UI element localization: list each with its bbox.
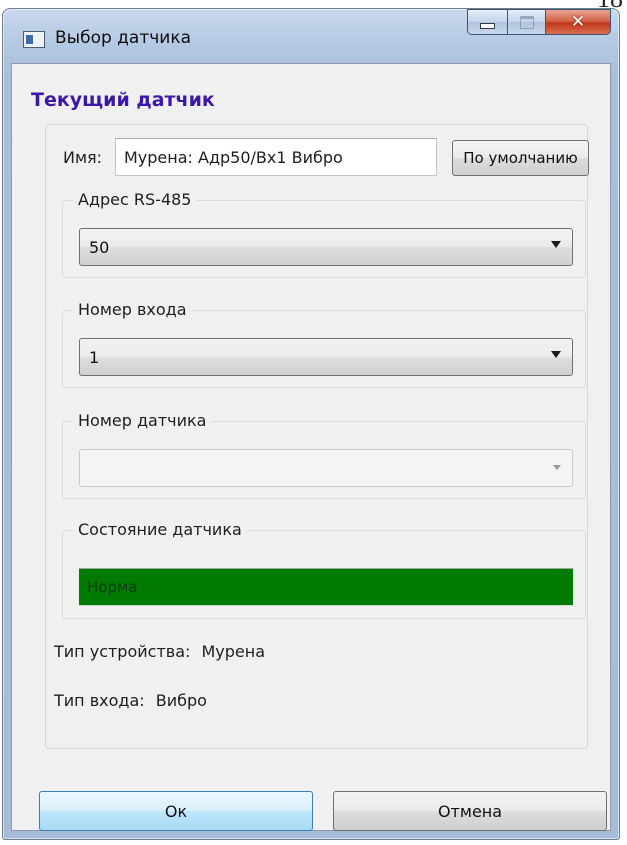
section-title: Текущий датчик	[31, 89, 215, 111]
window-title: Выбор датчика	[55, 28, 192, 48]
minimize-icon	[480, 23, 495, 29]
rs485-address-select[interactable]: 50	[79, 228, 573, 266]
sensor-state-legend: Состояние датчика	[73, 520, 247, 539]
caption-buttons: ✕	[467, 9, 611, 39]
close-button[interactable]: ✕	[545, 9, 611, 35]
chevron-down-icon	[551, 241, 561, 248]
sensor-state-value: Норма	[87, 578, 138, 596]
rs485-address-legend: Адрес RS-485	[73, 190, 197, 209]
default-button[interactable]: По умолчанию	[452, 140, 589, 176]
ok-button[interactable]: Ок	[39, 791, 313, 831]
sensor-state-group: Состояние датчика Норма	[62, 520, 586, 619]
device-type-label: Тип устройства:	[54, 642, 191, 661]
minimize-button[interactable]	[467, 9, 507, 35]
rs485-address-value: 50	[89, 238, 110, 257]
device-type-value: Мурена	[201, 642, 266, 661]
maximize-button[interactable]	[507, 9, 545, 35]
input-number-value: 1	[89, 348, 100, 367]
input-type-value: Вибро	[155, 691, 207, 710]
sensor-number-legend: Номер датчика	[73, 411, 212, 430]
input-number-select[interactable]: 1	[79, 338, 573, 376]
chevron-down-icon	[551, 351, 561, 358]
input-number-group: Номер входа 1	[62, 300, 586, 388]
name-label: Имя:	[63, 148, 103, 167]
sensor-number-select[interactable]	[79, 449, 573, 487]
sensor-state-indicator: Норма	[79, 568, 573, 606]
input-number-legend: Номер входа	[73, 300, 192, 319]
sensor-number-group: Номер датчика	[62, 411, 586, 499]
window-icon[interactable]	[23, 31, 45, 48]
name-input[interactable]	[115, 138, 437, 176]
chevron-down-icon	[553, 465, 561, 470]
close-icon: ✕	[570, 12, 586, 32]
title-bar[interactable]: Выбор датчика ✕	[3, 9, 619, 63]
rs485-address-group: Адрес RS-485 50	[62, 190, 586, 278]
device-type-row: Тип устройства: Мурена	[54, 642, 265, 661]
cancel-button[interactable]: Отмена	[333, 791, 607, 831]
input-type-row: Тип входа: Вибро	[54, 691, 207, 710]
input-type-label: Тип входа:	[54, 691, 145, 710]
dialog-client-area: Текущий датчик Имя: По умолчанию Адрес R…	[11, 63, 611, 831]
maximize-icon	[519, 15, 534, 29]
dialog-window: Выбор датчика ✕ Текущий датчик Имя: По у…	[2, 8, 620, 840]
